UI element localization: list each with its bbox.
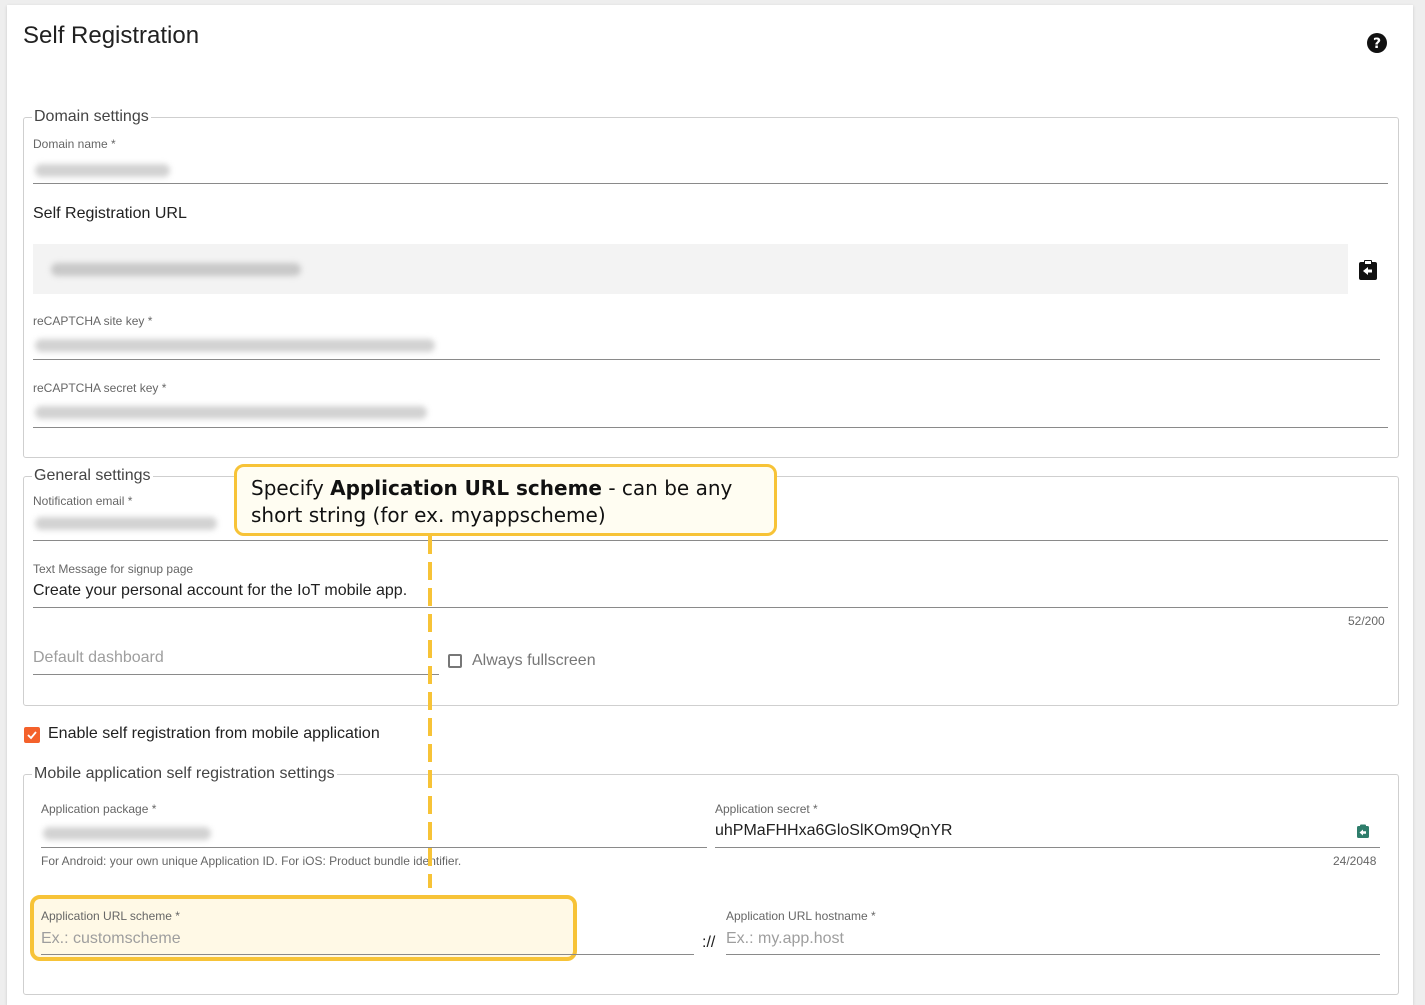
enable-mobile-registration-checkbox[interactable] [24,727,40,743]
url-scheme-underline [41,954,694,955]
callout-bold: Application URL scheme [330,476,602,500]
recaptcha-site-key-input[interactable] [33,329,1380,361]
default-dashboard-underline [33,674,439,675]
check-icon [27,731,37,740]
app-package-label: Application package * [41,802,157,816]
notification-email-label: Notification email * [33,494,133,508]
app-package-underline [41,847,707,848]
url-scheme-highlight [30,895,577,961]
text-message-input[interactable]: Create your personal account for the IoT… [33,582,407,600]
page-title: Self Registration [23,22,200,49]
domain-name-redacted-value [35,164,170,177]
notification-email-underline [33,540,1388,541]
text-message-underline [33,607,1388,608]
text-message-label: Text Message for signup page [33,562,194,576]
recaptcha-secret-key-redacted-value [35,406,427,419]
app-secret-input[interactable]: uhPMaFHHxa6GloSlKOm9QnYR [715,822,952,840]
domain-settings-legend: Domain settings [34,108,149,125]
svg-text:?: ? [1373,36,1381,52]
url-hostname-input[interactable]: Ex.: my.app.host [726,930,844,948]
domain-name-input[interactable] [33,152,1388,184]
recaptcha-site-key-redacted-value [35,339,435,352]
annotation-callout: Specify Application URL scheme - can be … [234,464,777,536]
app-package-redacted-value [43,827,211,840]
callout-prefix: Specify [251,476,331,500]
mobile-settings-legend: Mobile application self registration set… [34,765,335,782]
recaptcha-site-key-label: reCAPTCHA site key * [33,314,153,328]
domain-name-underline [33,183,1388,184]
app-secret-label: Application secret * [715,802,818,816]
recaptcha-secret-key-underline [33,427,1388,428]
recaptcha-site-key-underline [33,359,1380,360]
url-hostname-label: Application URL hostname * [726,909,876,923]
app-package-input[interactable] [41,817,707,849]
app-secret-counter: 24/2048 [1333,854,1377,868]
url-separator: :// [702,934,716,951]
app-secret-underline [715,847,1380,848]
callout-connector [428,536,432,888]
help-icon[interactable]: ? [1366,32,1388,54]
url-hostname-underline [726,954,1380,955]
self-registration-url-label: Self Registration URL [33,205,187,222]
recaptcha-secret-key-label: reCAPTCHA secret key * [33,381,167,395]
enable-mobile-registration-label: Enable self registration from mobile app… [48,725,380,742]
url-scheme-label: Application URL scheme * [41,909,180,923]
default-dashboard-select[interactable]: Default dashboard [33,649,164,667]
self-registration-url-redacted-value [51,263,301,276]
recaptcha-secret-key-input[interactable] [33,396,1388,428]
url-scheme-input[interactable]: Ex.: customscheme [41,930,181,948]
always-fullscreen-label: Always fullscreen [472,652,596,669]
copy-secret-icon[interactable] [1356,824,1370,839]
domain-name-label: Domain name * [33,137,116,151]
text-message-counter: 52/200 [1348,614,1385,628]
copy-url-icon[interactable] [1358,259,1378,281]
notification-email-redacted-value [35,517,217,530]
self-registration-url-box [33,244,1348,294]
always-fullscreen-checkbox[interactable] [448,654,462,668]
app-package-hint: For Android: your own unique Application… [41,854,462,868]
general-settings-legend: General settings [34,467,151,484]
